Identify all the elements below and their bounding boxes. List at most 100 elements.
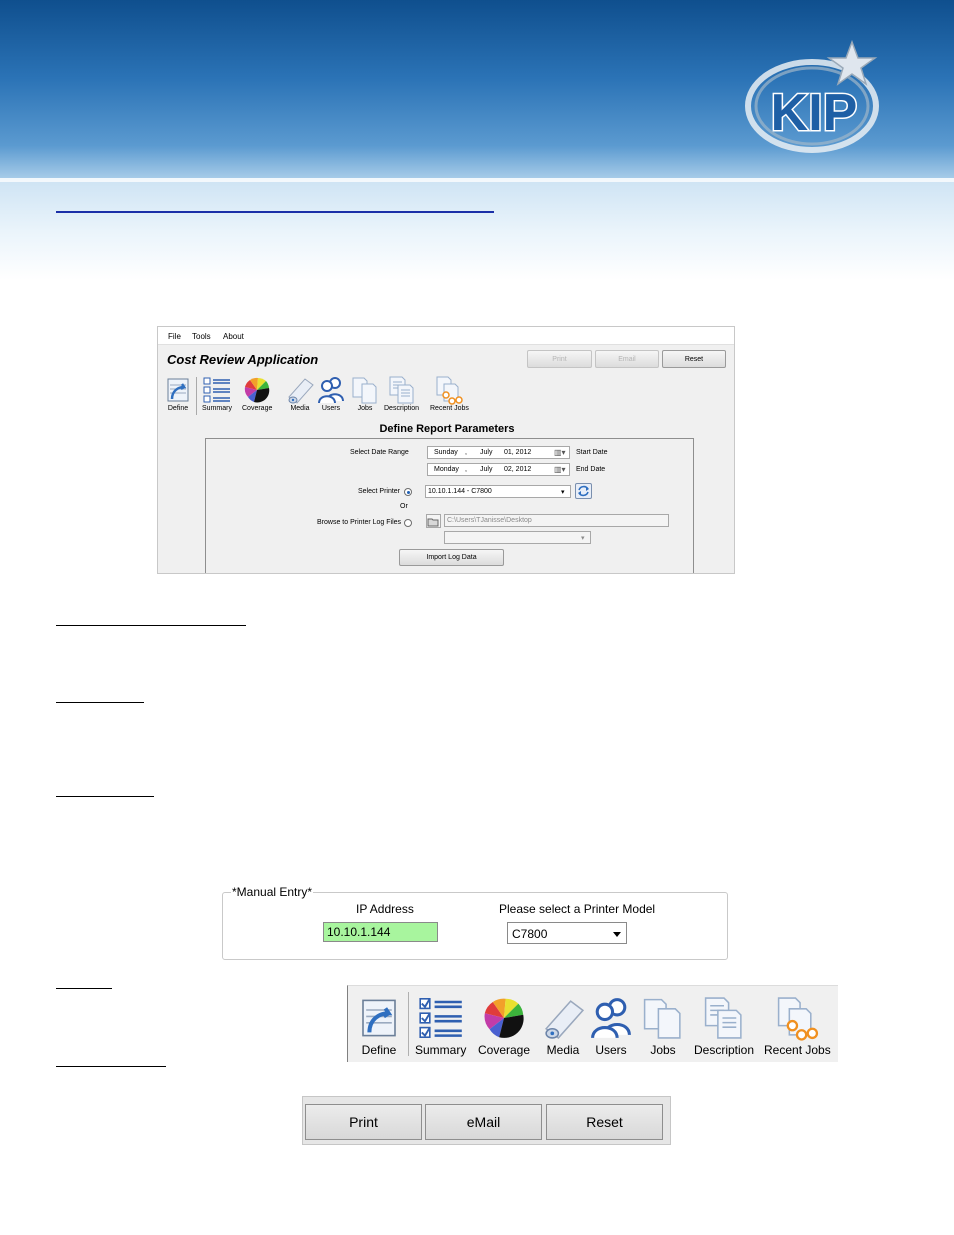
users-icon: [318, 377, 344, 404]
refresh-button[interactable]: [575, 483, 592, 499]
printer-model-select[interactable]: C7800: [507, 922, 627, 944]
svg-text:KIP: KIP: [771, 84, 858, 142]
large-tab-jobs[interactable]: Jobs: [640, 994, 686, 1057]
color-wheel-icon: [245, 377, 270, 403]
menu-tools[interactable]: Tools: [192, 332, 211, 341]
tab-summary[interactable]: Summary: [202, 375, 232, 412]
folder-icon: [427, 518, 439, 527]
tab-jobs[interactable]: Jobs: [350, 375, 380, 412]
paper-roll-icon: [545, 1000, 585, 1039]
app-window-screenshot: File Tools About Cost Review Application…: [157, 326, 735, 574]
large-tab-media-label: Media: [546, 1043, 580, 1057]
start-date: 01, 2012: [504, 449, 532, 456]
log-file-select[interactable]: ▾: [444, 531, 591, 544]
calendar-icon: [362, 999, 396, 1037]
text-documents-icon: [389, 376, 413, 404]
end-sep: ,: [465, 466, 467, 473]
printer-value: 10.10.1.144 - C7800: [428, 488, 492, 495]
large-tab-recent-jobs[interactable]: Recent Jobs: [764, 994, 831, 1057]
large-tab-summary-label: Summary: [415, 1043, 467, 1057]
large-tab-coverage[interactable]: Coverage: [478, 994, 530, 1057]
browse-log-radio[interactable]: [404, 519, 412, 527]
large-toolbar: Define Summary Coverage Media Users Jobs…: [347, 985, 838, 1062]
tab-define-label: Define: [167, 405, 189, 412]
chevron-down-icon: [613, 932, 621, 937]
users-icon: [591, 998, 631, 1039]
ip-address-input[interactable]: [323, 922, 438, 942]
reset-button[interactable]: Reset: [662, 350, 726, 368]
log-path-field[interactable]: C:\Users\TJanisse\Desktop: [444, 514, 669, 527]
large-tab-users[interactable]: Users: [588, 994, 634, 1057]
color-wheel-icon: [484, 998, 524, 1038]
large-tab-recent-jobs-label: Recent Jobs: [764, 1043, 831, 1057]
manual-entry-legend: *Manual Entry*: [231, 885, 314, 899]
tab-coverage-label: Coverage: [242, 405, 273, 412]
section-title: Define Report Parameters: [379, 423, 515, 435]
refresh-icon: [578, 485, 589, 497]
large-tab-coverage-label: Coverage: [478, 1043, 531, 1057]
tab-jobs-label: Jobs: [357, 405, 373, 412]
end-date: 02, 2012: [504, 466, 532, 473]
tab-users[interactable]: Users: [316, 375, 346, 412]
menu-file[interactable]: File: [168, 332, 181, 341]
browse-log-label: Browse to Printer Log Files: [317, 519, 402, 526]
reset-button-large[interactable]: Reset: [546, 1104, 663, 1140]
calendar-dropdown-icon[interactable]: ▥▾: [554, 448, 566, 457]
large-tab-summary[interactable]: Summary: [415, 994, 466, 1057]
start-sep: ,: [465, 449, 467, 456]
calendar-icon: [167, 378, 189, 402]
tab-media[interactable]: Media: [285, 375, 315, 412]
tab-recent-jobs-label: Recent Jobs: [430, 405, 469, 412]
documents-icon: [643, 998, 681, 1039]
action-buttons-group: Print eMail Reset: [302, 1096, 671, 1145]
recent-jobs-icon: [778, 997, 819, 1041]
tab-media-label: Media: [290, 405, 310, 412]
start-date-picker[interactable]: Sunday , July 01, 2012 ▥▾: [427, 446, 570, 459]
import-log-data-button[interactable]: Import Log Data: [399, 549, 504, 566]
heading-underline-5: [56, 1066, 166, 1067]
tab-coverage[interactable]: Coverage: [242, 375, 272, 412]
calendar-dropdown-icon[interactable]: ▥▾: [554, 465, 566, 474]
recent-jobs-icon: [436, 376, 464, 405]
kip-logo: KIP: [745, 39, 879, 153]
report-parameters-panel: Select Date Range Sunday , July 01, 2012…: [205, 438, 694, 573]
printer-model-label: Please select a Printer Model: [499, 902, 656, 916]
app-toolbar: Define Summary Coverage Media Users Jobs…: [158, 373, 734, 419]
menu-about[interactable]: About: [223, 332, 244, 341]
header-link-rule: [56, 211, 494, 213]
document-page: KIP File Tools About Cost Review Applica…: [0, 0, 954, 1235]
heading-underline-3: [56, 796, 154, 797]
large-tab-media[interactable]: Media: [540, 994, 586, 1057]
tab-define[interactable]: Define: [164, 375, 192, 412]
tab-description[interactable]: Description: [384, 375, 419, 412]
print-button-large[interactable]: Print: [305, 1104, 422, 1140]
heading-underline-2: [56, 702, 144, 703]
toolbar-separator: [196, 377, 197, 415]
end-month: July: [480, 466, 493, 473]
select-printer-label: Select Printer: [358, 488, 401, 495]
large-tab-description[interactable]: Description: [694, 994, 754, 1057]
tab-recent-jobs[interactable]: Recent Jobs: [430, 375, 469, 412]
start-month: July: [480, 449, 493, 456]
email-button[interactable]: Email: [595, 350, 659, 368]
start-day: Sunday: [434, 449, 458, 456]
printer-select[interactable]: 10.10.1.144 - C7800 ▾: [425, 485, 571, 498]
print-button[interactable]: Print: [527, 350, 592, 368]
banner-glow: [0, 182, 954, 280]
browse-folder-button[interactable]: [426, 514, 441, 528]
app-title: Cost Review Application: [167, 352, 319, 367]
chevron-down-icon: ▾: [581, 535, 585, 542]
checklist-icon: [419, 998, 462, 1038]
tab-users-label: Users: [321, 405, 341, 412]
large-tab-jobs-label: Jobs: [650, 1043, 676, 1057]
large-tab-define-label: Define: [361, 1043, 397, 1057]
tab-summary-label: Summary: [202, 405, 232, 412]
large-tab-define[interactable]: Define: [356, 994, 402, 1057]
log-path-value: C:\Users\TJanisse\Desktop: [447, 517, 532, 524]
heading-underline-4: [56, 988, 112, 989]
paper-roll-icon: [288, 378, 314, 404]
ip-address-label: IP Address: [356, 902, 414, 916]
select-printer-radio[interactable]: [404, 488, 412, 496]
end-date-picker[interactable]: Monday , July 02, 2012 ▥▾: [427, 463, 570, 476]
email-button-large[interactable]: eMail: [425, 1104, 542, 1140]
